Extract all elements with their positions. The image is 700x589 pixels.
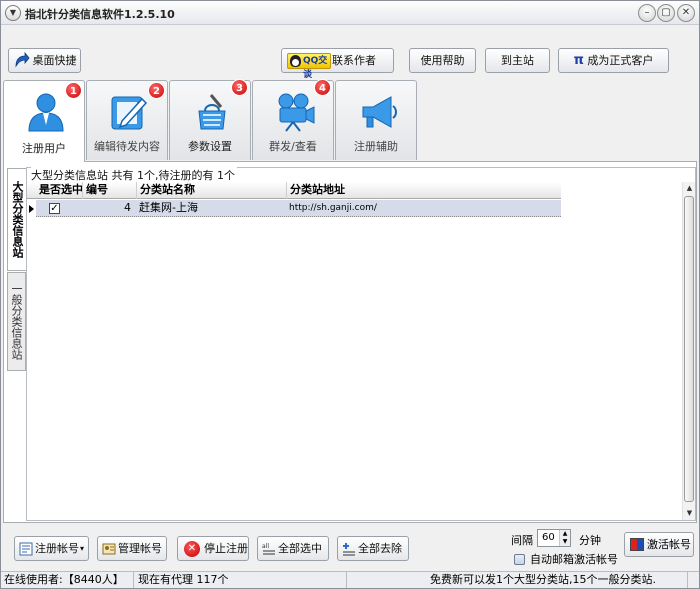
manage-account-button[interactable]: 管理帐号 <box>97 536 167 561</box>
scroll-up-icon[interactable]: ▲ <box>683 182 696 195</box>
system-menu-icon[interactable]: ▼ <box>5 5 21 21</box>
interval-label: 间隔 <box>511 534 533 547</box>
select-all-button[interactable]: all 全部选中 <box>257 536 329 561</box>
tab-label: 参数设置 <box>188 140 232 153</box>
row-pointer-icon <box>27 200 36 217</box>
desktop-shortcut-button[interactable]: 桌面快捷 <box>8 48 81 73</box>
qq-chat-badge: QQ交谈 <box>287 53 331 80</box>
vertical-scrollbar[interactable]: ▲ ▼ <box>682 182 695 520</box>
scroll-thumb[interactable] <box>684 196 694 502</box>
interval-value: 60 <box>542 532 555 543</box>
side-tab-general-sites[interactable]: 一般分类信息站 <box>7 272 26 371</box>
minutes-label: 分钟 <box>579 534 601 547</box>
flag-icon <box>630 538 644 551</box>
status-online-users: 在线使用者:【8440人】 <box>1 572 134 588</box>
site-group-box: 大型分类信息站 共有 1个,待注册的有 1个 是否选中 编号 分类站名称 分类站… <box>26 167 696 521</box>
desktop-shortcut-label: 桌面快捷 <box>32 54 77 67</box>
tab-label: 注册用户 <box>22 142 66 155</box>
row-site-name: 赶集网-上海 <box>139 201 198 214</box>
close-button[interactable]: ✕ <box>677 4 695 22</box>
edit-document-icon <box>111 96 148 130</box>
megaphone-icon <box>362 96 397 128</box>
form-icon <box>19 542 33 556</box>
column-header-site-name[interactable]: 分类站名称 <box>137 182 287 199</box>
deselect-all-icon <box>343 543 355 556</box>
dropdown-arrow-icon[interactable]: ▾ <box>80 537 84 560</box>
column-header-id[interactable]: 编号 <box>83 182 137 199</box>
become-customer-button[interactable]: π 成为正式客户 <box>558 48 669 73</box>
deselect-all-button[interactable]: 全部去除 <box>337 536 409 561</box>
user-icon <box>28 93 64 132</box>
window-title: 指北针分类信息软件1.2.5.10 <box>25 8 175 21</box>
column-header-selected[interactable]: 是否选中 <box>36 182 83 199</box>
row-id: 4 <box>124 201 131 214</box>
tab-badge: 2 <box>148 82 165 99</box>
side-tab-large-sites[interactable]: 大型分类信息站 <box>7 168 26 271</box>
tab-badge: 3 <box>231 79 248 96</box>
auto-activate-checkbox[interactable]: 自动邮箱激活帐号 <box>514 554 618 566</box>
qq-penguin-icon <box>290 55 301 67</box>
row-site-url: http://sh.ganji.com/ <box>289 203 377 213</box>
scroll-down-icon[interactable]: ▼ <box>683 507 696 520</box>
status-notice: 免费新可以发1个大型分类站,15个一般分类站. <box>348 572 688 588</box>
id-card-icon <box>102 543 116 555</box>
arrow-curve-icon <box>15 52 30 68</box>
tab-label: 编辑待发内容 <box>94 140 160 153</box>
checkbox-box[interactable] <box>514 554 525 565</box>
pi-icon: π <box>573 53 584 68</box>
help-button[interactable]: 使用帮助 <box>409 48 476 73</box>
activate-account-label: 激活帐号 <box>647 538 691 551</box>
content-panel: 大型分类信息站 一般分类信息站 大型分类信息站 共有 1个,待注册的有 1个 是… <box>3 161 697 523</box>
stepper-arrows-icon[interactable]: ▲ ▼ <box>559 530 570 546</box>
qq-badge-label: QQ交谈 <box>303 56 328 80</box>
tab-badge: 1 <box>65 82 82 99</box>
grid-header: 是否选中 编号 分类站名称 分类站地址 <box>27 182 561 199</box>
status-bar: 在线使用者:【8440人】 现在有代理 117个 免费新可以发1个大型分类站,1… <box>1 571 699 588</box>
status-agents: 现在有代理 117个 <box>135 572 347 588</box>
stop-icon: ✕ <box>184 541 200 557</box>
manage-account-label: 管理帐号 <box>118 542 162 555</box>
interval-stepper[interactable]: 60 ▲ ▼ <box>537 529 571 547</box>
toolbox-icon <box>198 94 226 130</box>
tab-badge: 4 <box>314 79 331 96</box>
column-header-site-url[interactable]: 分类站地址 <box>287 182 561 199</box>
tab-register-assist[interactable]: 注册辅助 <box>335 80 417 160</box>
tab-label: 群发/查看 <box>269 140 317 153</box>
stop-register-label: 停止注册 <box>204 542 248 555</box>
svg-text:all: all <box>262 543 269 550</box>
group-caption: 大型分类信息站 共有 1个,待注册的有 1个 <box>31 167 237 183</box>
maximize-button[interactable]: ▢ <box>657 4 675 22</box>
video-camera-icon <box>278 93 315 132</box>
contact-author-label: 联系作者 <box>332 54 376 67</box>
select-all-icon: all <box>262 543 275 555</box>
select-all-label: 全部选中 <box>278 542 322 555</box>
title-bar: ▼ 指北针分类信息软件1.2.5.10 – ▢ ✕ <box>1 1 699 25</box>
stop-register-button[interactable]: ✕ 停止注册 <box>177 536 249 561</box>
deselect-all-label: 全部去除 <box>358 542 402 555</box>
become-customer-label: 成为正式客户 <box>587 54 654 67</box>
main-window: ▼ 指北针分类信息软件1.2.5.10 – ▢ ✕ 桌面快捷 QQ交谈 联系作者… <box>0 0 700 589</box>
row-checkbox[interactable]: ✓ <box>49 203 60 214</box>
table-row[interactable]: ✓ 4 赶集网-上海 http://sh.ganji.com/ <box>27 200 561 217</box>
register-account-button[interactable]: 注册帐号 ▾ <box>14 536 89 561</box>
auto-activate-label: 自动邮箱激活帐号 <box>530 553 618 566</box>
minimize-button[interactable]: – <box>638 4 656 22</box>
home-site-button[interactable]: 到主站 <box>485 48 550 73</box>
register-account-label: 注册帐号 <box>35 542 79 555</box>
activate-account-button[interactable]: 激活帐号 <box>624 532 694 557</box>
tab-label: 注册辅助 <box>354 140 398 153</box>
contact-author-button[interactable]: QQ交谈 联系作者 <box>281 48 394 80</box>
